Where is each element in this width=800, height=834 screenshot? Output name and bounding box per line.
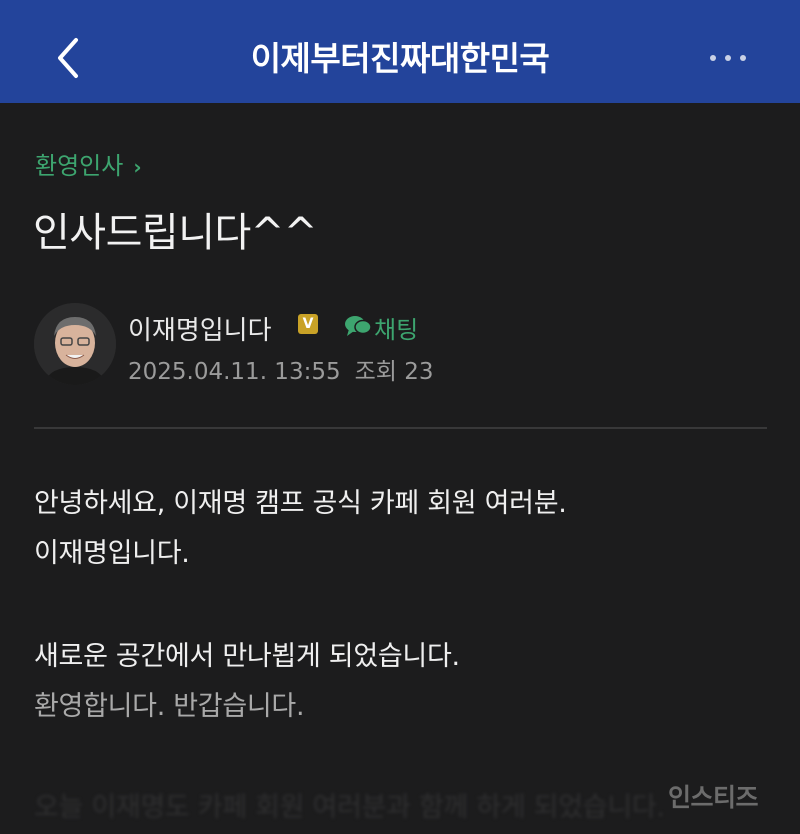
more-horizontal-icon	[710, 55, 716, 61]
post-meta: 2025.04.11. 13:55 조회 23	[128, 352, 434, 386]
divider	[34, 427, 767, 429]
post-title: 인사드립니다^^	[33, 210, 317, 256]
author-name[interactable]: 이재명입니다	[128, 310, 272, 347]
board-name: 환영인사	[35, 152, 124, 180]
site-watermark: 인스티즈	[668, 783, 759, 812]
post-body-line: 이재명입니다.	[34, 538, 190, 569]
post-body-line: 오늘 이재명도 카페 회원 여러분과 함께 하게 되었습니다.	[34, 792, 665, 823]
top-app-bar: 이제부터진짜대한민국	[0, 0, 800, 103]
author-avatar[interactable]	[34, 303, 116, 385]
chevron-right-icon: ›	[133, 155, 142, 179]
verified-badge: V	[298, 314, 318, 334]
cafe-title: 이제부터진짜대한민국	[250, 39, 550, 78]
chat-bubble-icon	[345, 316, 372, 336]
post-body-line: 환영합니다. 반갑습니다.	[34, 691, 305, 722]
post-body-line: 새로운 공간에서 만나뵙게 되었습니다.	[34, 641, 460, 672]
post-body-line: 안녕하세요, 이재명 캠프 공식 카페 회원 여러분.	[34, 488, 567, 519]
chat-label: 채팅	[374, 316, 419, 344]
more-options-button[interactable]	[700, 40, 756, 76]
post-date: 2025.04.11. 13:55	[128, 359, 341, 385]
view-count: 조회 23	[354, 359, 434, 385]
board-breadcrumb[interactable]: 환영인사 ›	[35, 146, 142, 181]
profile-photo	[34, 303, 116, 385]
